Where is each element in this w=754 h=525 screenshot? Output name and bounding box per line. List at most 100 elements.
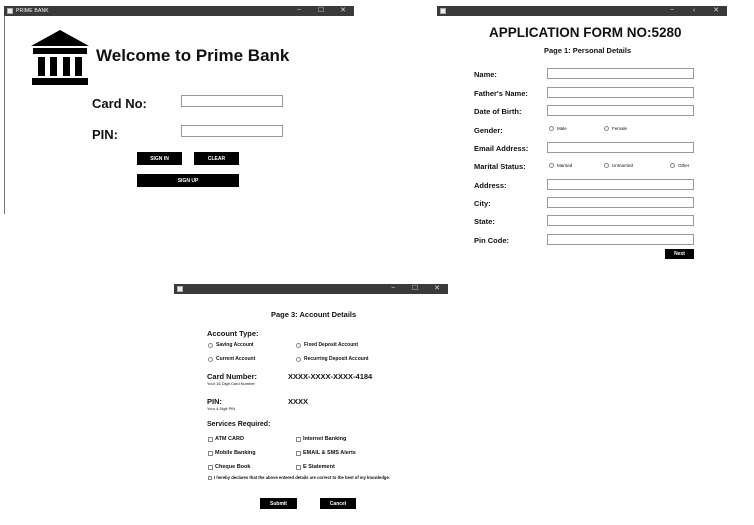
- login-window-edge: [4, 16, 5, 214]
- marital-unmarried-label: Unmarried: [612, 163, 634, 168]
- pin-code-input[interactable]: [547, 234, 694, 245]
- close-icon[interactable]: ✕: [426, 284, 448, 294]
- name-label: Name:: [474, 70, 497, 79]
- checkbox-icon: [296, 436, 301, 442]
- radio-icon: [296, 342, 301, 348]
- e-statement-checkbox[interactable]: E Statement: [296, 464, 335, 470]
- internet-banking-checkbox[interactable]: Internet Banking: [296, 436, 346, 442]
- cancel-button[interactable]: Cancel: [320, 498, 356, 509]
- pin-code-label: Pin Code:: [474, 236, 509, 245]
- declaration-label: I hereby declares that the above entered…: [214, 475, 390, 480]
- maximize-icon[interactable]: ☐: [404, 284, 426, 294]
- login-window: PRIME BANK − ☐ ✕ Welcome to Prime Bank C…: [4, 6, 354, 214]
- radio-icon: [604, 126, 609, 131]
- checkbox-icon: [208, 475, 212, 480]
- declaration-checkbox[interactable]: I hereby declares that the above entered…: [208, 475, 390, 480]
- app-icon: [7, 8, 13, 14]
- email-sms-alerts-checkbox[interactable]: EMAIL & SMS Alerts: [296, 450, 356, 456]
- city-input[interactable]: [547, 197, 694, 208]
- submit-button[interactable]: Submit: [260, 498, 297, 509]
- city-label: City:: [474, 199, 491, 208]
- marital-married-radio[interactable]: Married: [549, 163, 572, 168]
- state-label: State:: [474, 217, 495, 226]
- minimize-icon[interactable]: −: [382, 284, 404, 294]
- radio-icon: [670, 163, 675, 168]
- card-number-note: Your 16 Digit Card Number: [207, 381, 255, 386]
- fixed-deposit-label: Fixed Deposit Account: [304, 342, 358, 348]
- saving-account-radio[interactable]: Saving Account: [208, 342, 254, 348]
- checkbox-icon: [208, 464, 213, 470]
- checkbox-icon: [296, 450, 301, 456]
- name-input[interactable]: [547, 68, 694, 79]
- dob-label: Date of Birth:: [474, 107, 522, 116]
- clear-button[interactable]: CLEAR: [194, 152, 239, 165]
- pin-label: PIN:: [207, 397, 222, 406]
- card-no-input[interactable]: [181, 95, 283, 107]
- form-page1-window: − ‹ ✕ APPLICATION FORM NO:5280 Page 1: P…: [437, 6, 727, 262]
- marital-married-label: Married: [557, 163, 573, 168]
- close-icon[interactable]: ✕: [705, 6, 727, 16]
- login-titlebar[interactable]: PRIME BANK − ☐ ✕: [4, 6, 354, 16]
- recurring-deposit-radio[interactable]: Recurring Deposit Account: [296, 356, 369, 362]
- recurring-deposit-label: Recurring Deposit Account: [304, 356, 369, 362]
- pin-label: PIN:: [92, 127, 118, 142]
- father-name-label: Father's Name:: [474, 89, 528, 98]
- checkbox-icon: [208, 450, 213, 456]
- radio-icon: [296, 356, 301, 362]
- pin-input[interactable]: [181, 125, 283, 137]
- maximize-icon[interactable]: ☐: [310, 6, 332, 16]
- gender-female-radio[interactable]: Female: [604, 126, 627, 131]
- card-number-value: XXXX-XXXX-XXXX-4184: [288, 372, 373, 381]
- bank-logo-icon: [31, 30, 89, 85]
- form3-titlebar[interactable]: − ☐ ✕: [174, 284, 448, 294]
- radio-icon: [549, 163, 554, 168]
- login-window-title: PRIME BANK: [16, 8, 49, 14]
- minimize-icon[interactable]: −: [288, 6, 310, 16]
- cheque-book-label: Cheque Book: [215, 464, 251, 470]
- current-account-label: Current Account: [216, 356, 256, 362]
- form-page3-window: − ☐ ✕ Page 3: Account Details Account Ty…: [174, 284, 448, 516]
- gender-male-label: Male: [557, 126, 567, 131]
- email-label: Email Address:: [474, 144, 529, 153]
- pin-value: XXXX: [288, 397, 309, 406]
- sign-in-button[interactable]: SIGN IN: [137, 152, 182, 165]
- form1-titlebar[interactable]: − ‹ ✕: [437, 6, 727, 16]
- gender-male-radio[interactable]: Male: [549, 126, 567, 131]
- app-icon: [177, 286, 183, 292]
- form-title: APPLICATION FORM NO:5280: [489, 25, 682, 40]
- atm-card-label: ATM CARD: [215, 436, 244, 442]
- radio-icon: [208, 342, 213, 348]
- address-input[interactable]: [547, 179, 694, 190]
- email-input[interactable]: [547, 142, 694, 153]
- pin-note: Your 4 Digit PIN: [207, 406, 236, 411]
- checkbox-icon: [208, 436, 213, 442]
- radio-icon: [208, 356, 213, 362]
- radio-icon: [549, 126, 554, 131]
- current-account-radio[interactable]: Current Account: [208, 356, 255, 362]
- gender-label: Gender:: [474, 126, 503, 135]
- atm-card-checkbox[interactable]: ATM CARD: [208, 436, 244, 442]
- father-name-input[interactable]: [547, 87, 694, 98]
- state-input[interactable]: [547, 215, 694, 226]
- app-icon: [440, 8, 446, 14]
- minimize-icon[interactable]: −: [661, 6, 683, 16]
- cheque-book-checkbox[interactable]: Cheque Book: [208, 464, 250, 470]
- gender-female-label: Female: [612, 126, 628, 131]
- fixed-deposit-radio[interactable]: Fixed Deposit Account: [296, 342, 358, 348]
- marital-status-label: Marital Status:: [474, 162, 526, 171]
- marital-other-label: Other: [678, 163, 690, 168]
- marital-other-radio[interactable]: Other: [670, 163, 689, 168]
- address-label: Address:: [474, 181, 507, 190]
- marital-unmarried-radio[interactable]: Unmarried: [604, 163, 633, 168]
- close-icon[interactable]: ✕: [332, 6, 354, 16]
- dob-input[interactable]: [547, 105, 694, 116]
- form3-subtitle: Page 3: Account Details: [271, 310, 357, 319]
- checkbox-icon: [296, 464, 301, 470]
- sign-up-button[interactable]: SIGN UP: [137, 174, 239, 187]
- form1-subtitle: Page 1: Personal Details: [544, 46, 632, 55]
- services-required-label: Services Required:: [207, 421, 271, 428]
- mobile-banking-checkbox[interactable]: Mobile Banking: [208, 450, 256, 456]
- card-number-label: Card Number:: [207, 372, 258, 381]
- restore-icon[interactable]: ‹: [683, 6, 705, 16]
- next-button[interactable]: Next: [665, 249, 694, 259]
